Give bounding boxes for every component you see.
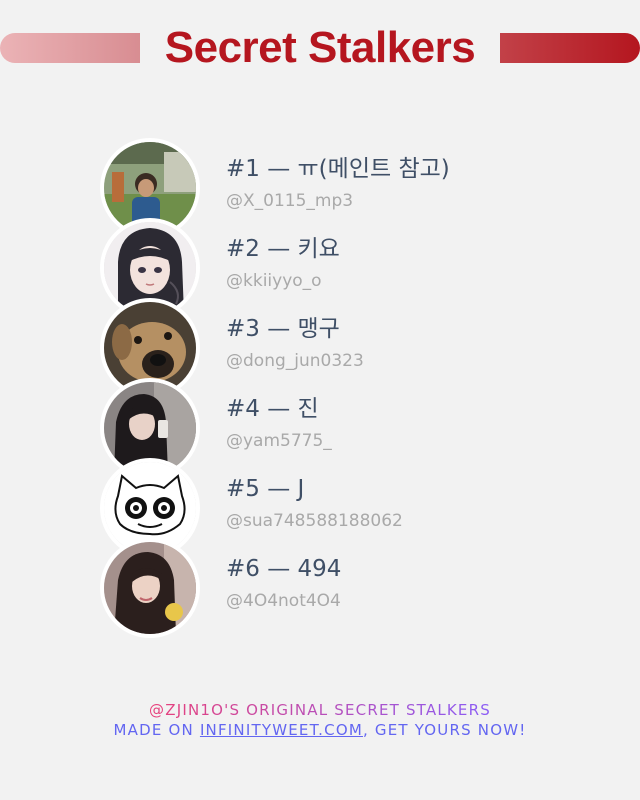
- footer: @ZJIN1O'S ORIGINAL SECRET STALKERS MADE …: [0, 700, 640, 740]
- footer-suffix: , GET YOURS NOW!: [362, 721, 527, 739]
- stalker-name: #1 — ㅠ(메인트 참고): [226, 156, 450, 182]
- stalker-handle[interactable]: @kkiiyyo_o: [226, 270, 322, 292]
- stalker-row-1[interactable]: #1 — ㅠ(메인트 참고) @X_0115_mp3: [100, 138, 540, 238]
- stalker-row-2[interactable]: #2 — 키요 @kkiiyyo_o: [100, 218, 540, 318]
- stalker-name: #3 — 맹구: [226, 316, 340, 342]
- footer-line-1: @ZJIN1O'S ORIGINAL SECRET STALKERS: [0, 700, 640, 720]
- stalker-handle[interactable]: @sua748588188062: [226, 510, 403, 532]
- stalker-handle[interactable]: @dong_jun0323: [226, 350, 364, 372]
- header: Secret Stalkers: [0, 22, 640, 74]
- stalker-name: #2 — 키요: [226, 236, 340, 262]
- footer-line-2: MADE ON INFINITYWEET.COM, GET YOURS NOW!: [0, 720, 640, 740]
- infinityweet-link[interactable]: INFINITYWEET.COM: [200, 721, 363, 739]
- stalker-row-5[interactable]: #5 — J @sua748588188062: [100, 458, 540, 558]
- stalker-list: #1 — ㅠ(메인트 참고) @X_0115_mp3 #2 — 키요 @kkii…: [100, 138, 540, 638]
- stalker-name: #4 — 진: [226, 396, 319, 422]
- stalker-name: #5 — J: [226, 476, 305, 502]
- header-bar-left: [0, 33, 140, 63]
- stalker-name: #6 — 494: [226, 556, 342, 582]
- page-title: Secret Stalkers: [164, 23, 476, 72]
- girl-photo-avatar[interactable]: [100, 538, 200, 638]
- footer-attribution: @ZJIN1O'S ORIGINAL SECRET STALKERS: [149, 701, 491, 719]
- stalker-handle[interactable]: @X_0115_mp3: [226, 190, 353, 212]
- stalker-row-4[interactable]: #4 — 진 @yam5775_: [100, 378, 540, 478]
- stalker-handle[interactable]: @yam5775_: [226, 430, 332, 452]
- header-bar-right: [500, 33, 640, 63]
- footer-prefix: MADE ON: [113, 721, 200, 739]
- stalker-row-3[interactable]: #3 — 맹구 @dong_jun0323: [100, 298, 540, 398]
- stalker-handle[interactable]: @4O4not4O4: [226, 590, 341, 612]
- stalker-row-6[interactable]: #6 — 494 @4O4not4O4: [100, 538, 540, 638]
